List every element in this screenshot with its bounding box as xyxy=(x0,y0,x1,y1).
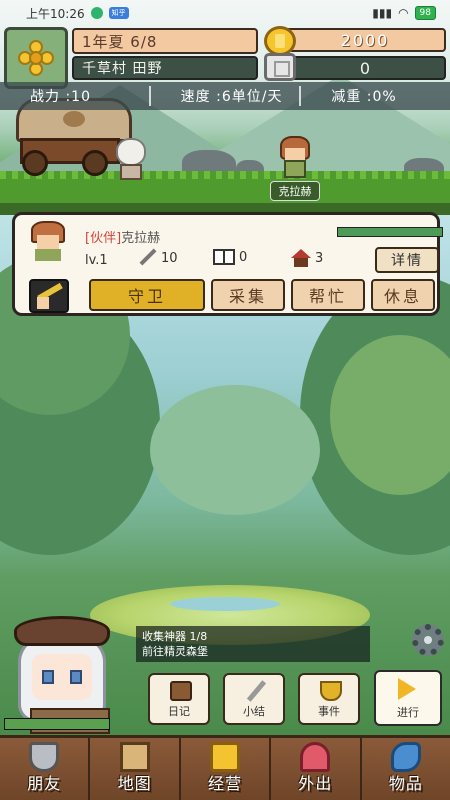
house-value: 3 xyxy=(315,250,324,266)
date-display: 1年夏 6/8 xyxy=(72,28,258,54)
bottom-navigation: 朋友 地图 经营 外出 物品 xyxy=(0,735,450,800)
proceed-button[interactable]: 进行 xyxy=(374,670,442,726)
location-display: 千草村 田野 xyxy=(72,56,258,80)
guard-button[interactable]: 守卫 xyxy=(89,279,205,311)
event-button[interactable]: 事件 xyxy=(298,673,360,725)
player-sprite xyxy=(112,138,150,180)
house-icon xyxy=(291,249,311,267)
speed-stat: 速度 :6单位/天 xyxy=(148,86,300,106)
nav-business[interactable]: 经营 xyxy=(181,738,272,800)
silver-icon xyxy=(264,53,296,81)
stream xyxy=(170,597,280,611)
nav-items[interactable]: 物品 xyxy=(362,738,450,800)
companion-hp-fill xyxy=(338,228,442,236)
npc-name-tag: 克拉赫 xyxy=(270,181,320,201)
details-button[interactable]: 详情 xyxy=(375,247,439,273)
nav-map[interactable]: 地图 xyxy=(90,738,181,800)
companion-name: 克拉赫 xyxy=(121,231,161,246)
gold-counter: 2000 xyxy=(284,28,446,52)
summary-button[interactable]: 小结 xyxy=(223,673,285,725)
signal-icon: ▮▮▮ xyxy=(372,6,393,20)
nav-outing-label: 外出 xyxy=(298,774,333,793)
companion-level: lv.1 xyxy=(85,253,108,268)
nav-friends[interactable]: 朋友 xyxy=(0,738,91,800)
grass xyxy=(0,171,450,205)
fish-icon xyxy=(390,742,421,772)
heroine-hp-bar xyxy=(4,718,110,730)
task-icon[interactable] xyxy=(29,279,69,313)
diary-icon xyxy=(170,681,192,701)
quest-line-2: 前往精灵森堡 xyxy=(142,645,208,658)
gather-button[interactable]: 采集 xyxy=(211,279,285,311)
diary-button[interactable]: 日记 xyxy=(148,673,210,725)
flower-icon xyxy=(300,742,331,772)
attack-value: 10 xyxy=(161,250,178,266)
flower-icon xyxy=(18,40,54,76)
heroine-hp-fill xyxy=(5,719,109,729)
proceed-label: 进行 xyxy=(397,706,419,719)
book-value: 0 xyxy=(239,249,248,265)
heroine-portrait[interactable] xyxy=(4,614,136,734)
clock: 上午10:26 xyxy=(26,6,85,21)
book-icon xyxy=(213,249,235,265)
quest-line-1: 收集神器 1/8 xyxy=(142,630,208,643)
companion-card: [伙伴]克拉赫 lv.1 10 0 3 详情 守卫 采集 帮忙 休息 xyxy=(12,212,443,316)
shield-icon xyxy=(29,742,60,772)
nav-map-label: 地图 xyxy=(117,774,152,793)
rest-button[interactable]: 休息 xyxy=(371,279,435,311)
tree xyxy=(150,385,320,515)
nav-outing[interactable]: 外出 xyxy=(271,738,362,800)
wechat-icon xyxy=(90,7,103,19)
summary-label: 小结 xyxy=(243,705,265,718)
wifi-icon: ◠ xyxy=(398,6,409,20)
gold-coin-icon xyxy=(264,26,296,56)
companion-portrait xyxy=(29,221,67,261)
companion-tag: [伙伴] xyxy=(85,231,122,246)
battery-icon: 98 xyxy=(414,6,436,20)
nav-friends-label: 朋友 xyxy=(27,774,62,793)
system-status-bar: 上午10:26 知乎 ▮▮▮ ◠ 98 xyxy=(0,0,450,26)
companion-hp-bar xyxy=(337,227,443,237)
reduction-stat: 减重 :0% xyxy=(299,86,450,106)
companion-title: [伙伴]克拉赫 xyxy=(85,227,160,246)
village-emblem-button[interactable] xyxy=(4,27,68,89)
coins-icon xyxy=(210,742,241,772)
nav-business-label: 经营 xyxy=(208,774,243,793)
app-badge: 知乎 xyxy=(108,7,129,19)
event-label: 事件 xyxy=(318,705,340,718)
stats-bar: 战力 :10 速度 :6单位/天 减重 :0% xyxy=(0,82,450,110)
pen-icon xyxy=(245,681,267,701)
diary-label: 日记 xyxy=(168,705,190,718)
book-stat: 0 xyxy=(213,249,247,265)
nav-items-label: 物品 xyxy=(388,774,423,793)
play-icon xyxy=(398,678,416,700)
silver-counter: 0 xyxy=(284,56,446,80)
attack-stat: 10 xyxy=(139,249,178,267)
trophy-icon xyxy=(320,681,342,701)
help-button[interactable]: 帮忙 xyxy=(291,279,365,311)
map-icon xyxy=(119,742,150,772)
sword-icon xyxy=(139,249,157,267)
power-stat: 战力 :10 xyxy=(30,89,91,105)
settings-gear-icon[interactable] xyxy=(412,624,444,656)
npc-sprite[interactable] xyxy=(278,136,312,180)
house-stat: 3 xyxy=(291,249,323,267)
quest-tracker[interactable]: 收集神器 1/8 前往精灵森堡 xyxy=(136,626,370,662)
